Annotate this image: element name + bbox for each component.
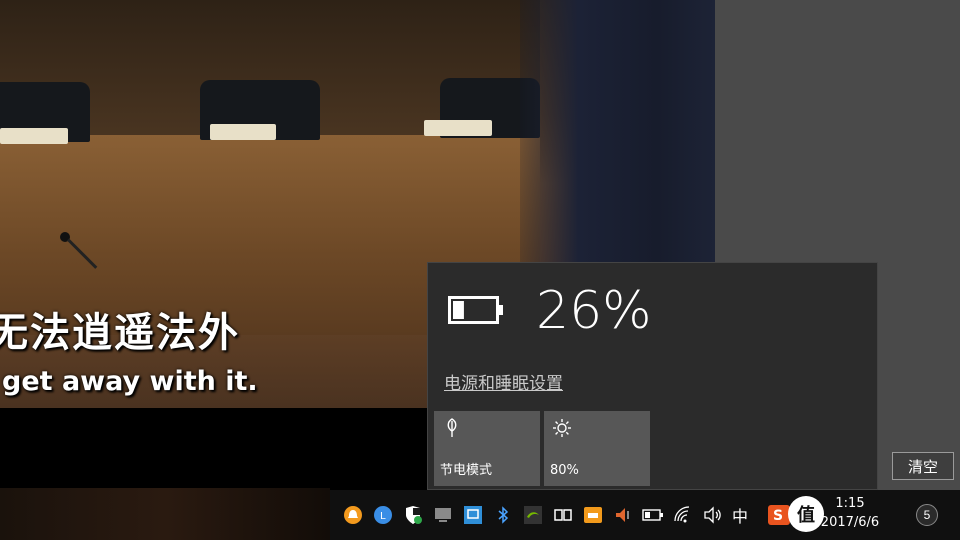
system-icons [642, 490, 732, 540]
battery-saver-tile[interactable]: 节电模式 [434, 411, 540, 486]
video-bottom-strip [0, 488, 330, 540]
monitor-app-icon[interactable] [432, 504, 454, 526]
smzdm-logo: 值 [788, 496, 824, 532]
nvidia-icon[interactable] [522, 504, 544, 526]
blue-l-app-icon[interactable]: L [372, 504, 394, 526]
battery-fill [453, 301, 464, 319]
notification-center-button[interactable]: 5 [916, 504, 938, 526]
orange-circle-app-icon[interactable] [342, 504, 364, 526]
battery-icon[interactable] [642, 504, 664, 526]
clear-notifications-button[interactable]: 清空 [892, 452, 954, 480]
battery-percentage: 26% [536, 281, 652, 341]
subtitle-english: get away with it. [2, 366, 258, 397]
security-shield-icon[interactable] [402, 504, 424, 526]
wifi-icon[interactable] [672, 504, 694, 526]
network-app-icon[interactable] [462, 504, 484, 526]
power-sleep-settings-link[interactable]: 电源和睡眠设置 [444, 369, 563, 394]
subtitle-chinese: 无法逍遥法外 [0, 310, 240, 356]
svg-text:S: S [773, 508, 783, 524]
volume-warning-icon[interactable] [612, 504, 634, 526]
system-tray: L [342, 490, 642, 540]
battery-large-icon [448, 296, 503, 324]
bluetooth-icon[interactable] [492, 504, 514, 526]
brightness-tile[interactable]: 80% [544, 411, 650, 486]
orange-folder-icon[interactable] [582, 504, 604, 526]
leaf-icon [447, 418, 457, 437]
taskbar: L 中 S 1:15 2017/6/6 值 5 [330, 490, 960, 540]
ime-indicator[interactable]: 中 [732, 503, 748, 527]
battery-flyout: 26% 电源和睡眠设置 节电模式 80% [427, 262, 878, 490]
brightness-label: 80% [550, 463, 579, 478]
svg-text:L: L [380, 511, 386, 522]
battery-saver-label: 节电模式 [440, 463, 493, 478]
brightness-icon [553, 419, 571, 437]
sogou-ime-icon[interactable]: S [768, 501, 790, 529]
dual-window-icon[interactable] [552, 504, 574, 526]
speaker-icon[interactable] [702, 504, 724, 526]
